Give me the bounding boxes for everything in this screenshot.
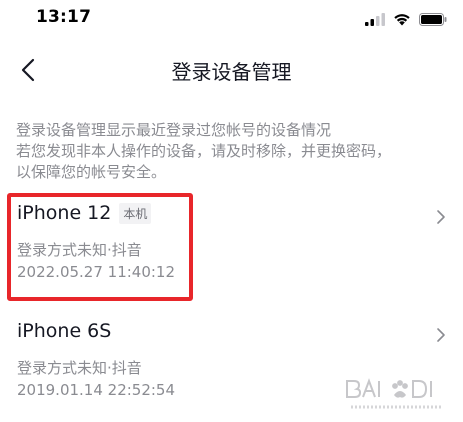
signal-icon [365,12,385,26]
chevron-right-icon [437,210,445,224]
device-name-row: iPhone 6S [17,320,111,342]
chevron-right-icon [437,328,445,342]
description-line: 以保障您的帐号安全。 [16,163,167,181]
device-name: iPhone 12 [17,202,112,224]
baidu-watermark-logo [346,378,441,409]
device-login-time: 2019.01.14 22:52:54 [17,381,176,399]
status-icons [365,10,447,28]
battery-icon [419,12,447,26]
device-item-iphone-12[interactable]: iPhone 12 本机 登录方式未知·抖音 2022.05.27 11:40:… [0,196,463,296]
description-line: 登录设备管理显示最近登录过您帐号的设备情况 [16,121,332,139]
device-login-time: 2022.05.27 11:40:12 [17,263,176,281]
status-time: 13:17 [36,7,92,27]
page-title: 登录设备管理 [171,60,292,84]
device-login-method: 登录方式未知·抖音 [17,359,142,377]
nav-bar: 登录设备管理 [0,44,463,96]
description-text: 登录设备管理显示最近登录过您帐号的设备情况 若您发现非本人操作的设备，请及时移除… [16,120,452,183]
device-name-row: iPhone 12 本机 [17,202,152,224]
status-bar: 13:17 [0,0,463,38]
description-line: 若您发现非本人操作的设备，请及时移除，并更换密码， [16,142,392,160]
device-login-method: 登录方式未知·抖音 [17,241,142,259]
this-device-badge: 本机 [119,202,152,224]
wifi-icon [394,13,410,25]
device-name: iPhone 6S [17,320,112,342]
